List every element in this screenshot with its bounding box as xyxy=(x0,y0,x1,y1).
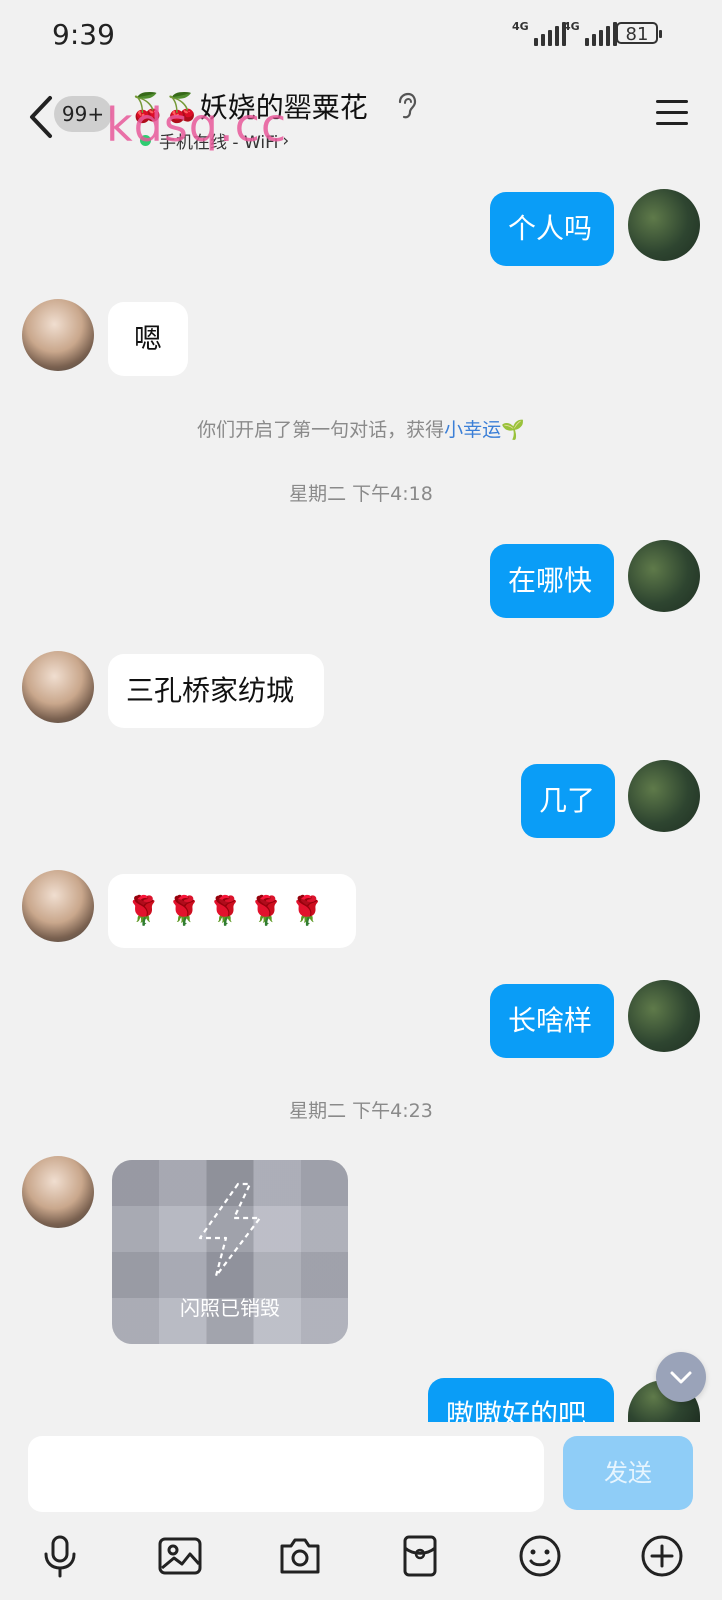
menu-icon[interactable] xyxy=(656,100,688,126)
input-bar: 发送 xyxy=(0,1422,722,1522)
message-bubble-sent[interactable]: 个人吗 xyxy=(490,192,614,266)
my-avatar[interactable] xyxy=(628,540,700,612)
message-bubble-sent[interactable]: 长啥样 xyxy=(490,984,614,1058)
my-avatar[interactable] xyxy=(628,189,700,261)
signal-1-icon: 4G xyxy=(512,20,566,46)
system-notice: 你们开启了第一句对话，获得小幸运🌱 xyxy=(197,419,525,441)
contact-avatar[interactable] xyxy=(22,1156,94,1228)
plus-icon[interactable] xyxy=(638,1532,686,1580)
image-icon[interactable] xyxy=(156,1532,204,1580)
watermark: kdsq.cc xyxy=(106,98,288,152)
red-packet-icon[interactable] xyxy=(396,1532,444,1580)
camera-icon[interactable] xyxy=(276,1532,324,1580)
message-bubble-received[interactable]: 嗯 xyxy=(108,302,188,376)
my-avatar[interactable] xyxy=(628,760,700,832)
flash-photo-label: 闪照已销毁 xyxy=(180,1296,280,1320)
signal-2-icon: 4G xyxy=(563,20,617,46)
timestamp: 星期二 下午4:23 xyxy=(289,1100,433,1122)
flash-photo-message[interactable]: 闪照已销毁 xyxy=(112,1160,348,1344)
lightning-icon xyxy=(198,1182,262,1278)
ear-icon[interactable] xyxy=(396,92,418,120)
contact-avatar[interactable] xyxy=(22,870,94,942)
scroll-to-bottom-button[interactable] xyxy=(656,1352,706,1402)
input-toolbar xyxy=(0,1522,722,1600)
message-bubble-sent[interactable]: 几了 xyxy=(521,764,615,838)
lucky-link[interactable]: 小幸运 xyxy=(444,419,501,441)
send-button[interactable]: 发送 xyxy=(563,1436,693,1510)
status-time: 9:39 xyxy=(52,18,115,51)
status-bar: 9:39 4G 4G 81 xyxy=(0,0,722,70)
message-bubble-sent[interactable]: 嗷嗷好的吧 xyxy=(428,1378,614,1422)
my-avatar[interactable] xyxy=(628,980,700,1052)
unread-badge[interactable]: 99+ xyxy=(54,96,112,132)
contact-avatar[interactable] xyxy=(22,299,94,371)
microphone-icon[interactable] xyxy=(36,1532,84,1580)
timestamp: 星期二 下午4:18 xyxy=(289,483,433,505)
emoji-icon[interactable] xyxy=(516,1532,564,1580)
contact-avatar[interactable] xyxy=(22,651,94,723)
sprout-icon: 🌱 xyxy=(501,419,525,441)
message-input[interactable] xyxy=(28,1436,544,1512)
message-bubble-sent[interactable]: 在哪快 xyxy=(490,544,614,618)
chevron-down-icon xyxy=(670,1371,692,1384)
message-bubble-received[interactable]: 🌹🌹🌹🌹🌹 xyxy=(108,874,356,948)
message-bubble-received[interactable]: 三孔桥家纺城 xyxy=(108,654,324,728)
battery-icon: 81 xyxy=(616,22,662,45)
